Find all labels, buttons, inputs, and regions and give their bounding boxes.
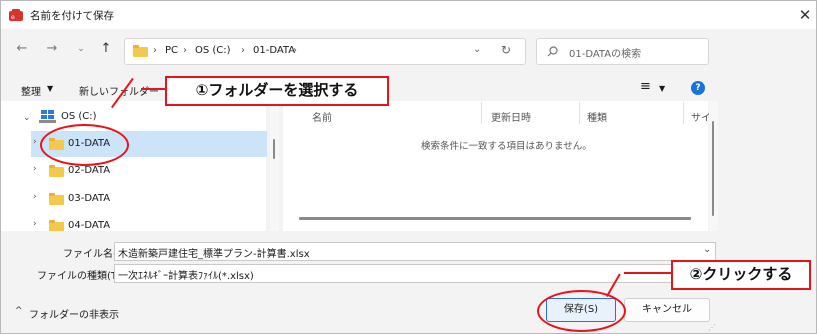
forward-icon[interactable]: → — [42, 39, 62, 59]
svg-text:e: e — [11, 14, 15, 21]
filetype-value: 一次ｴﾈﾙｷﾞｰ計算表ﾌｧｲﾙ(*.xlsx) — [118, 271, 254, 282]
chevron-right-icon[interactable]: › — [33, 137, 37, 147]
app-icon: e — [9, 9, 23, 21]
folder-icon — [133, 45, 148, 57]
close-icon[interactable]: ✕ — [793, 3, 817, 27]
view-list-icon[interactable]: ≡ — [640, 79, 651, 94]
address-bar[interactable]: › PC › OS (C:) › 01-DATA › ⌄ ↻ — [124, 38, 526, 65]
cancel-button[interactable]: キャンセル — [624, 298, 710, 322]
window-title: 名前を付けて保存 — [30, 10, 114, 22]
tree-item-04-data[interactable]: › 04-DATA — [31, 213, 267, 231]
empty-message: 検索条件に一致する項目はありません。 — [421, 141, 592, 152]
organize-chevron-icon[interactable]: ▼ — [47, 84, 53, 93]
chevron-up-icon[interactable]: ^ — [15, 306, 23, 316]
column-divider[interactable] — [481, 102, 482, 124]
resize-grip-icon[interactable]: ⋰ — [708, 323, 716, 332]
drive-icon — [39, 110, 56, 123]
column-header-type[interactable]: 種類 — [587, 109, 607, 124]
step2-callout: ②クリックする — [671, 260, 811, 290]
chevron-right-icon: › — [293, 45, 297, 56]
breadcrumb-item[interactable]: 01-DATA — [253, 45, 295, 56]
callout-line — [141, 88, 166, 90]
tree-item-03-data[interactable]: › 03-DATA — [31, 186, 267, 212]
step1-highlight-ellipse — [40, 124, 129, 166]
hide-folders-toggle[interactable]: フォルダーの非表示 — [29, 306, 119, 321]
column-header-name[interactable]: 名前 — [312, 109, 332, 124]
filetype-label: ファイルの種類(T): — [37, 271, 125, 282]
filename-input[interactable]: 木造新築戸建住宅_標準プラン-計算書.xlsx ⌄ — [114, 242, 716, 261]
column-divider[interactable] — [683, 102, 684, 124]
breadcrumb-item[interactable]: OS (C:) — [195, 45, 231, 56]
step2-highlight-ellipse — [537, 290, 626, 332]
organize-menu[interactable]: 整理 — [21, 83, 41, 98]
filename-chevron-icon[interactable]: ⌄ — [703, 244, 711, 255]
chevron-right-icon: › — [241, 45, 245, 56]
tree-item-label: 03-DATA — [68, 193, 111, 204]
column-divider[interactable] — [579, 102, 580, 124]
search-input[interactable]: 01-DATAの検索 — [569, 45, 641, 60]
chevron-down-icon[interactable]: ⌄ — [23, 112, 31, 123]
step1-callout: ①フォルダーを選択する — [165, 76, 389, 106]
filename-value: 木造新築戸建住宅_標準プラン-計算書.xlsx — [118, 249, 310, 260]
help-icon[interactable]: ? — [691, 81, 705, 95]
search-icon — [547, 46, 558, 57]
tree-drive-label[interactable]: OS (C:) — [61, 111, 97, 122]
file-list-hscrollbar[interactable] — [299, 217, 691, 220]
chevron-right-icon: › — [183, 45, 187, 56]
nav-scrollbar[interactable] — [270, 101, 279, 231]
refresh-icon[interactable]: ↻ — [501, 43, 511, 57]
chevron-right-icon[interactable]: › — [33, 219, 37, 229]
title-bar: e 名前を付けて保存 ✕ — [1, 1, 816, 29]
search-box[interactable]: 01-DATAの検索 — [536, 38, 709, 65]
back-icon[interactable]: ← — [12, 39, 32, 59]
dropdown-chevron-icon[interactable]: ⌄ — [473, 44, 481, 55]
tree-item-label: 04-DATA — [68, 220, 111, 231]
folder-icon — [49, 165, 64, 177]
view-chevron-icon[interactable]: ▼ — [659, 84, 665, 93]
filetype-select[interactable]: 一次ｴﾈﾙｷﾞｰ計算表ﾌｧｲﾙ(*.xlsx) — [114, 264, 676, 283]
save-dialog: e 名前を付けて保存 ✕ ← → ⌄ ↑ › PC › OS (C:) › 01… — [0, 0, 817, 334]
callout-line — [624, 272, 672, 274]
folder-icon — [49, 193, 64, 205]
chevron-right-icon: › — [153, 45, 157, 56]
column-header-date[interactable]: 更新日時 — [491, 109, 531, 124]
up-icon[interactable]: ↑ — [96, 39, 116, 59]
chevron-right-icon[interactable]: › — [33, 192, 37, 202]
file-list-vscrollbar[interactable] — [709, 101, 718, 231]
column-header-size[interactable]: サイ — [691, 109, 711, 124]
tree-item-label: 02-DATA — [68, 165, 111, 176]
folder-icon — [49, 220, 64, 231]
chevron-right-icon[interactable]: › — [33, 164, 37, 174]
recent-chevron-icon[interactable]: ⌄ — [71, 39, 91, 59]
breadcrumb-item[interactable]: PC — [165, 45, 178, 56]
